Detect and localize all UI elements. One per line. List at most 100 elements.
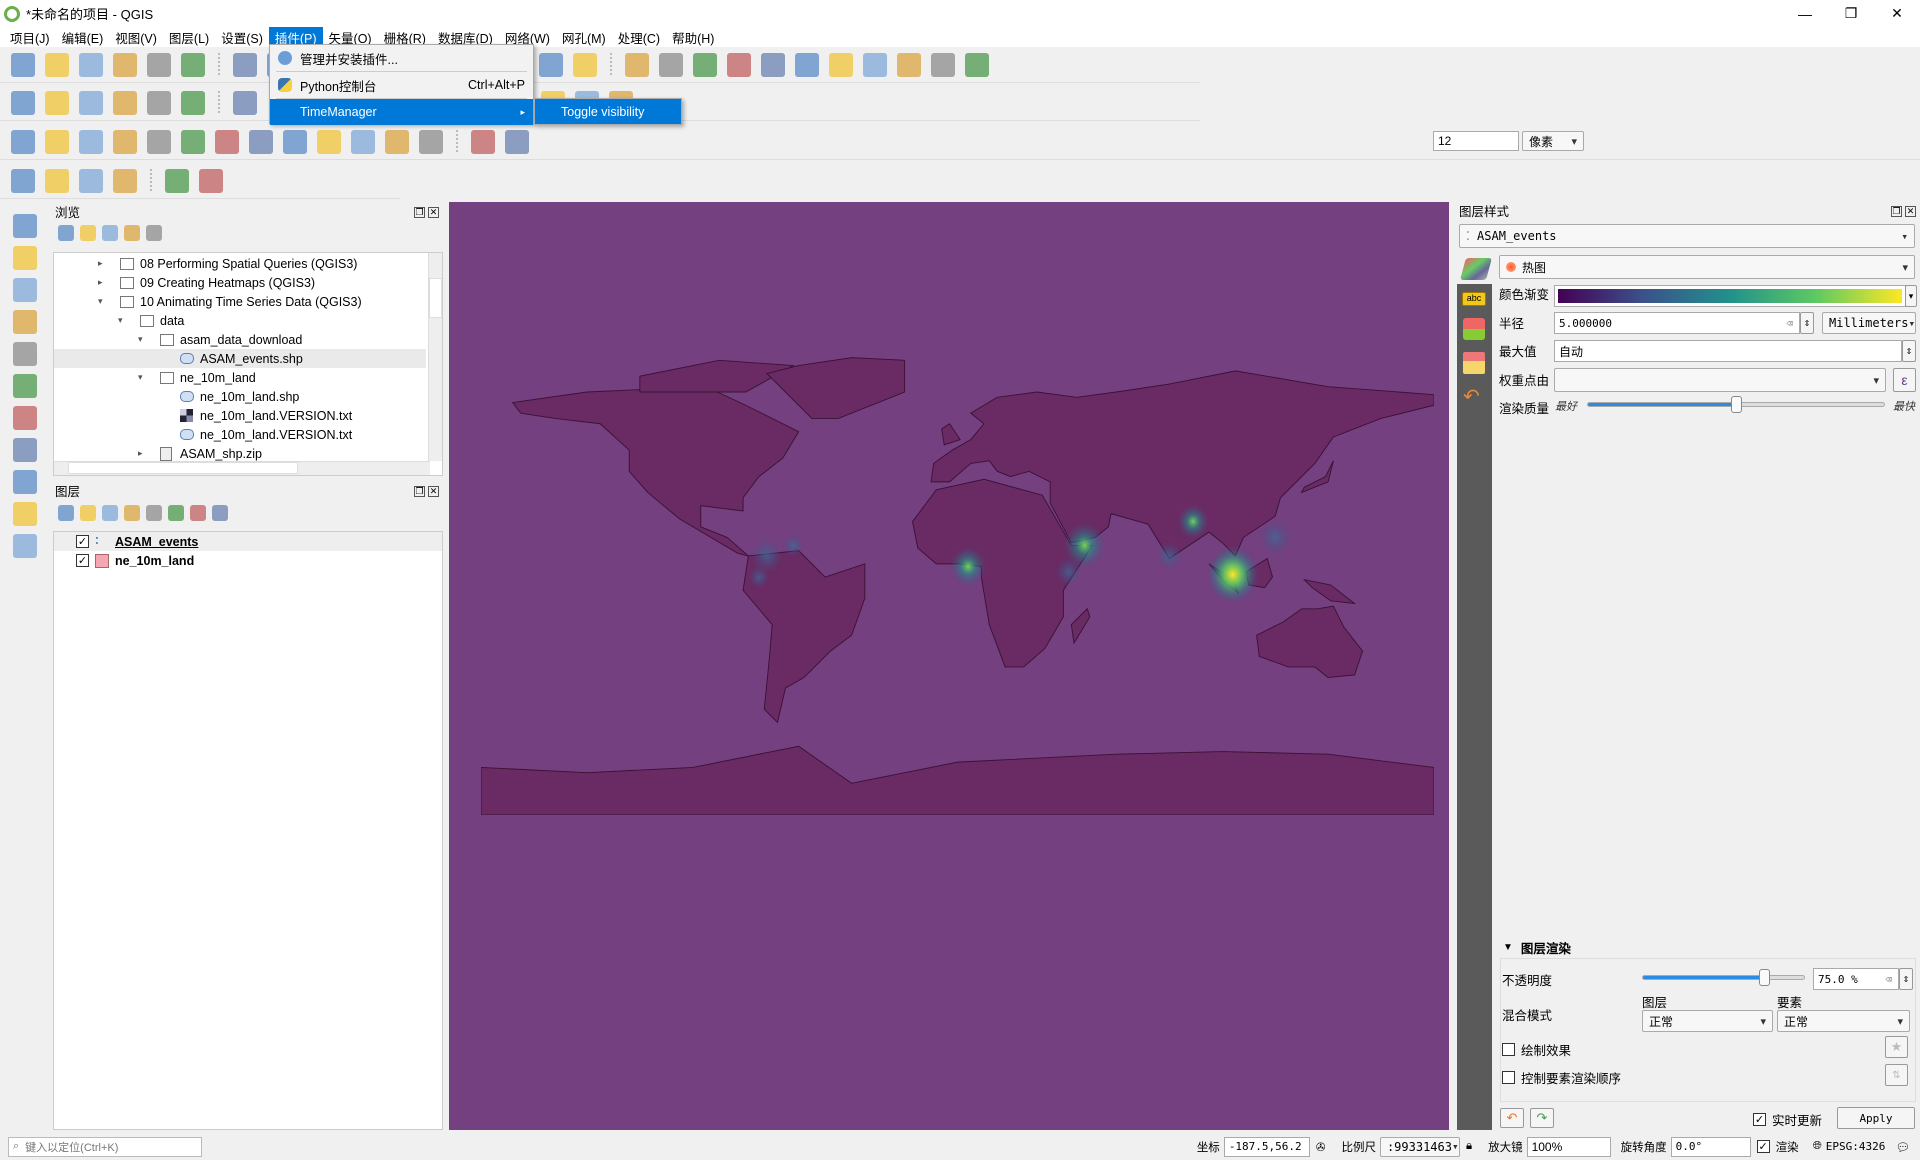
annotation-icon[interactable] (931, 52, 955, 77)
add-wfs-icon[interactable] (13, 470, 37, 494)
labels-tab-icon[interactable]: abc (1462, 292, 1486, 306)
digitize-tools-icon[interactable] (11, 129, 35, 154)
statistics-icon[interactable] (795, 52, 819, 77)
data-source-manager-icon[interactable] (11, 90, 35, 115)
add-selected-icon[interactable] (58, 225, 74, 241)
add-group-icon[interactable] (80, 505, 96, 521)
add-ring-icon[interactable] (45, 129, 69, 154)
weight-field-select[interactable] (1554, 368, 1886, 392)
magnifier-input[interactable]: 100% (1526, 1136, 1611, 1157)
browser-item[interactable]: ▾ 10 Animating Time Series Data (QGIS3) (54, 292, 426, 311)
visibility-icon[interactable] (102, 505, 118, 521)
menu-item-manage-plugins[interactable]: 管理并安装插件... (270, 45, 533, 71)
add-arcgis-icon[interactable] (13, 502, 37, 526)
history-tab-icon[interactable]: ↶ (1463, 386, 1485, 408)
collapse-icon[interactable] (190, 505, 206, 521)
locator-input[interactable]: ⌕ 键入以定位(Ctrl+K) (8, 1136, 202, 1157)
layer-item[interactable]: ✓ ⁚ ASAM_events (54, 532, 442, 551)
open-attribute-table-icon[interactable] (761, 52, 785, 77)
max-value-input[interactable]: 自动 (1554, 340, 1902, 362)
new-spatialite-icon[interactable] (113, 90, 137, 115)
symbology-paintbrush-icon[interactable] (1460, 258, 1492, 280)
processing-toolbox-icon[interactable] (11, 168, 35, 193)
browser-item[interactable]: ▸ 09 Creating Heatmaps (QGIS3) (54, 273, 426, 292)
checkbox[interactable]: ✓ (1753, 1113, 1766, 1126)
ramp-dropdown-button[interactable]: ▾ (1905, 285, 1917, 307)
collapse-all-icon[interactable] (124, 225, 140, 241)
clear-icon[interactable]: ⌫ (1885, 973, 1892, 986)
merge-attributes-icon[interactable] (385, 129, 409, 154)
refresh-icon[interactable] (573, 52, 597, 77)
opacity-slider[interactable] (1642, 969, 1805, 986)
split-parts-icon[interactable] (317, 129, 341, 154)
new-geopackage-icon[interactable] (45, 90, 69, 115)
filter-icon[interactable] (102, 225, 118, 241)
menu-0[interactable]: 项目(J) (4, 27, 56, 48)
expression-icon[interactable] (146, 505, 162, 521)
browser-item[interactable]: ▾ asam_data_download (54, 330, 426, 349)
run-feature-action-icon[interactable] (659, 52, 683, 77)
expand-arrow-icon[interactable]: ▾ (118, 315, 130, 326)
expand-arrow-icon[interactable]: ▸ (98, 258, 110, 269)
minimize-button[interactable]: — (1782, 0, 1828, 27)
layer-select[interactable]: ⁚ ASAM_events (1459, 224, 1915, 248)
add-mesh-layer-icon[interactable] (13, 278, 37, 302)
radius-spinner[interactable]: ⇕ (1800, 312, 1814, 334)
new-temporary-layer-icon[interactable] (181, 90, 205, 115)
clear-icon[interactable]: ⌫ (1786, 317, 1793, 330)
browser-item[interactable]: ▾ ne_10m_land (54, 368, 426, 387)
layer-rendering-section-toggle[interactable]: ▼ 图层渲染 (1503, 938, 1571, 957)
close-button[interactable]: ✕ (1874, 0, 1920, 27)
effects-star-button[interactable]: ★ (1885, 1036, 1908, 1058)
float-icon[interactable]: ❐ (414, 207, 425, 218)
snap-unit-select[interactable]: 像素 (1522, 131, 1584, 151)
refresh-icon[interactable] (80, 225, 96, 241)
style-manager-icon[interactable] (181, 52, 205, 77)
expand-arrow-icon[interactable]: ▸ (98, 277, 110, 288)
add-wcs-icon[interactable] (13, 438, 37, 462)
deselect-icon[interactable] (727, 52, 751, 77)
new-print-layout-icon[interactable] (113, 52, 137, 77)
menu-1[interactable]: 编辑(E) (56, 27, 110, 48)
info-icon[interactable] (146, 225, 162, 241)
show-bookmarks-icon[interactable] (539, 52, 563, 77)
new-project-icon[interactable] (11, 52, 35, 77)
add-wms-icon[interactable] (13, 406, 37, 430)
open-project-icon[interactable] (45, 52, 69, 77)
expand-arrow-icon[interactable]: ▾ (138, 372, 150, 383)
menu-11[interactable]: 处理(C) (612, 27, 666, 48)
sort-order-button[interactable]: ⇅ (1885, 1064, 1908, 1086)
3d-view-tab-icon[interactable] (1463, 318, 1485, 340)
pan-icon[interactable] (233, 52, 257, 77)
menu-12[interactable]: 帮助(H) (666, 27, 720, 48)
zoom-selected-icon[interactable] (165, 168, 189, 193)
float-icon[interactable]: ❐ (414, 486, 425, 497)
rotation-input[interactable]: 0.0° (1670, 1136, 1751, 1157)
add-virtual-layer-icon[interactable] (13, 374, 37, 398)
expand-arrow-icon[interactable]: ▾ (138, 334, 150, 345)
add-spatialite-icon[interactable] (13, 342, 37, 366)
radius-input[interactable]: 5.000000 ⌫ (1554, 312, 1800, 334)
select-by-location-icon[interactable] (79, 168, 103, 193)
opacity-input[interactable]: 75.0 % ⌫ (1813, 968, 1899, 990)
add-part-icon[interactable] (79, 129, 103, 154)
layer-item[interactable]: ✓ ne_10m_land (54, 551, 442, 570)
coordinate-input[interactable]: -187.5,56.2 (1223, 1136, 1310, 1157)
rotate-symbols-icon[interactable] (419, 129, 443, 154)
menu-3[interactable]: 图层(L) (163, 27, 215, 48)
map-canvas[interactable] (449, 202, 1449, 1130)
layer-blend-select[interactable]: 正常 (1642, 1010, 1773, 1032)
maximize-button[interactable]: ❐ (1828, 0, 1874, 27)
feature-order-checkbox[interactable]: 控制要素渲染顺序 (1502, 1068, 1621, 1087)
scale-select[interactable]: :99331463 (1379, 1136, 1460, 1157)
quality-slider[interactable] (1587, 396, 1885, 413)
measure-icon[interactable] (863, 52, 887, 77)
feature-blend-select[interactable]: 正常 (1777, 1010, 1910, 1032)
undo-button[interactable]: ↶ (1500, 1108, 1524, 1128)
select-by-value-icon[interactable] (113, 168, 137, 193)
crs-button[interactable]: EPSG:4326 (1826, 1140, 1886, 1153)
menu-10[interactable]: 网孔(M) (556, 27, 612, 48)
close-icon[interactable]: ✕ (1905, 206, 1916, 217)
digitize-icon[interactable] (233, 90, 257, 115)
menu-item-python-console[interactable]: Python控制台 Ctrl+Alt+P (270, 72, 533, 98)
